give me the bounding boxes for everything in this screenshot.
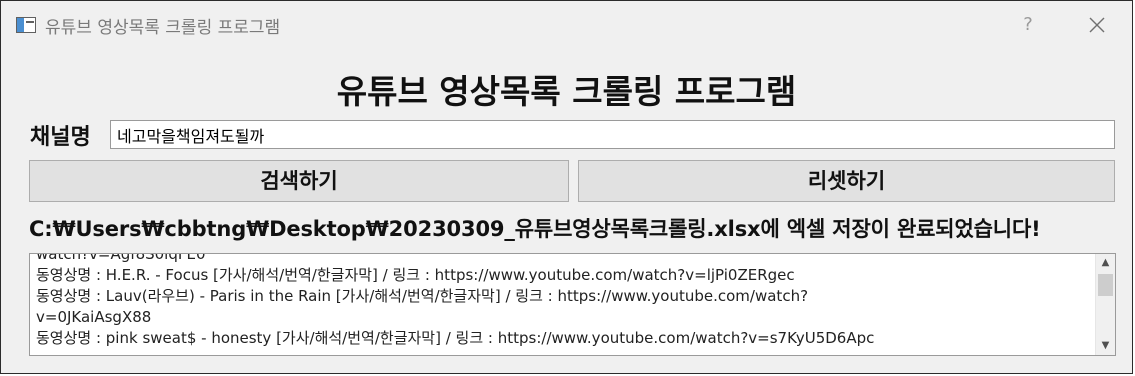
- window-title: 유튜브 영상목록 크롤링 프로그램: [45, 18, 281, 38]
- reset-button[interactable]: 리셋하기: [578, 160, 1115, 202]
- app-window-icon: [16, 17, 36, 33]
- results-list: watch?v=Agf8S0lqFE0 동영상명 : H.E.R. - Focu…: [36, 253, 1091, 349]
- main-window: 유튜브 영상목록 크롤링 프로그램 ? 유튜브 영상목록 크롤링 프로그램 채널…: [0, 0, 1133, 374]
- scroll-down-arrow-icon[interactable]: ▼: [1096, 337, 1115, 355]
- help-icon[interactable]: ?: [1013, 9, 1043, 41]
- results-text-area[interactable]: watch?v=Agf8S0lqFE0 동영상명 : H.E.R. - Focu…: [29, 253, 1116, 356]
- search-button[interactable]: 검색하기: [29, 160, 569, 202]
- scroll-up-arrow-icon[interactable]: ▲: [1096, 254, 1115, 272]
- result-line: 동영상명 : Lauv(라우브) - Paris in the Rain [가사…: [36, 287, 809, 305]
- vertical-scrollbar[interactable]: ▲ ▼: [1095, 254, 1115, 355]
- channel-name-label: 채널명: [30, 125, 91, 150]
- result-line: v=0JKaiAsgX88: [36, 308, 152, 326]
- result-line: watch?v=Agf8S0lqFE0: [36, 253, 206, 263]
- result-line: 동영상명 : H.E.R. - Focus [가사/해석/번역/한글자막] / …: [36, 266, 795, 284]
- status-message: C:₩Users₩cbbtng₩Desktop₩20230309_유튜브영상목록…: [29, 217, 1041, 241]
- scrollbar-thumb[interactable]: [1098, 274, 1113, 296]
- page-title: 유튜브 영상목록 크롤링 프로그램: [336, 72, 797, 111]
- channel-name-input[interactable]: [110, 120, 1115, 149]
- title-bar: 유튜브 영상목록 크롤링 프로그램 ?: [1, 1, 1132, 51]
- close-icon[interactable]: [1081, 9, 1113, 41]
- result-line: 동영상명 : pink sweat$ - honesty [가사/해석/번역/한…: [36, 329, 875, 347]
